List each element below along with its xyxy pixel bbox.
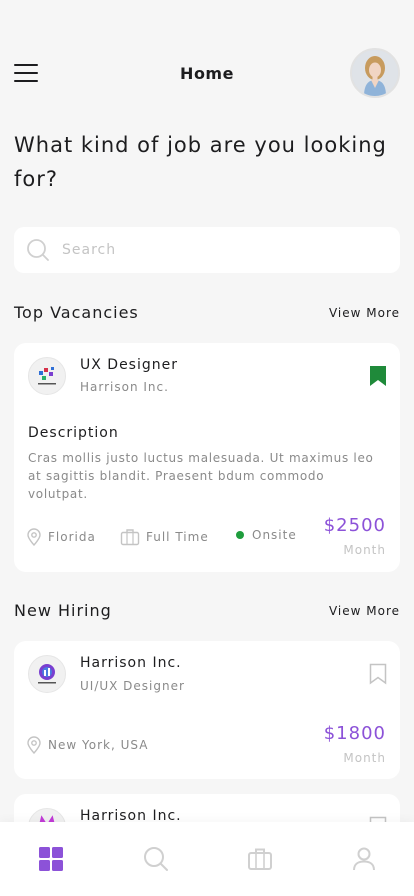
search-icon [144,847,168,871]
top-vacancies-header: Top Vacancies View More [14,303,400,325]
location-meta: New York, USA [26,736,148,754]
view-more-link[interactable]: View More [329,306,400,320]
bookmark-filled-icon[interactable] [368,365,388,387]
avatar[interactable] [350,48,400,98]
marketing-logo-icon [38,664,56,684]
tab-search[interactable] [141,844,171,874]
company-logo [28,655,66,693]
company-title: Harrison Inc. [80,655,182,671]
work-mode-meta: Onsite [236,528,297,542]
profile-icon [353,847,375,871]
salary: $1800 [323,723,386,744]
job-card[interactable]: UX Designer Harrison Inc. Description Cr… [14,343,400,572]
section-title: Top Vacancies [14,303,139,322]
user-avatar-image [352,50,398,96]
section-title: New Hiring [14,601,112,620]
location-text: Florida [48,530,96,544]
tab-profile[interactable] [349,844,379,874]
briefcase-icon [120,529,140,546]
location-pin-icon [27,736,41,754]
description-text: Cras mollis justo luctus malesuada. Ut m… [28,451,374,501]
work-mode-text: Onsite [252,528,297,542]
job-role: UI/UX Designer [80,679,185,693]
job-type-meta: Full Time [120,528,209,546]
search-input[interactable] [62,227,382,273]
location-text: New York, USA [48,738,149,752]
onsite-dot [236,531,244,539]
view-more-link[interactable]: View More [329,604,400,618]
bookmark-outline-icon[interactable] [368,663,388,685]
location-meta: Florida [26,528,96,546]
job-title: UX Designer [80,357,178,373]
search-bar[interactable] [14,227,400,273]
top-bar: Home [0,44,414,104]
bottom-tab-bar [0,822,414,896]
hiring-card[interactable]: Harrison Inc. UI/UX Designer New York, U… [14,641,400,779]
location-pin-icon [27,528,41,546]
new-hiring-header: New Hiring View More [14,601,400,623]
company-name: Harrison Inc. [80,380,169,394]
salary: $2500 [323,515,386,536]
tab-home[interactable] [36,844,66,874]
marketing-logo-icon [38,367,56,385]
salary-period: Month [343,543,386,557]
grid-icon [39,847,63,871]
description-label: Description [28,425,119,441]
job-type-text: Full Time [146,530,209,544]
salary-period: Month [343,751,386,765]
company-logo [28,357,66,395]
tab-jobs[interactable] [245,844,275,874]
headline: What kind of job are you looking for? [14,133,387,191]
search-icon [27,239,49,261]
briefcase-icon [248,848,272,870]
